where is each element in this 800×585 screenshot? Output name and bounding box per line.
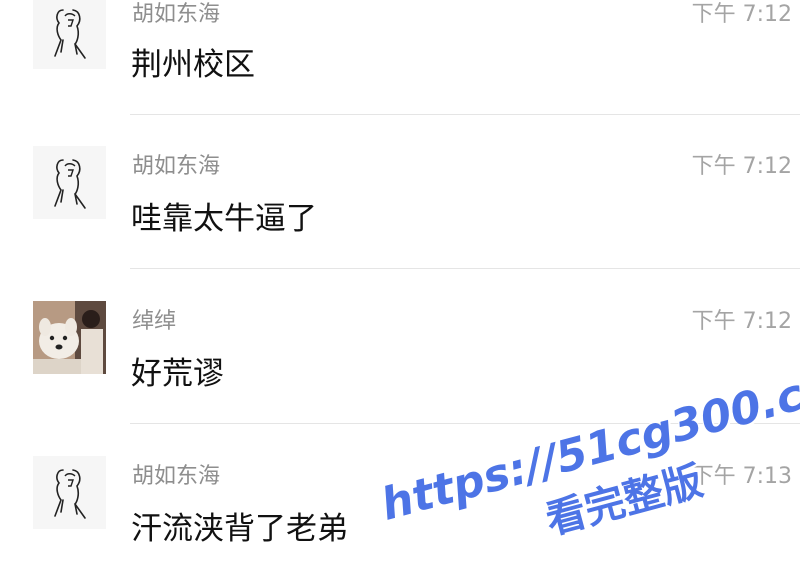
sender-name: 胡如东海 bbox=[132, 2, 221, 27]
dog-photo-avatar[interactable] bbox=[33, 301, 106, 374]
message-time: 下午 7:12 bbox=[691, 2, 792, 27]
message-time: 下午 7:12 bbox=[691, 309, 792, 334]
chat-message-list[interactable]: 胡如东海 下午 7:12 荆州校区 胡如东海 下午 7:12 哇靠太牛逼了 绰绰… bbox=[0, 0, 800, 585]
sketch-figure-avatar[interactable] bbox=[33, 146, 106, 219]
sketch-figure-icon bbox=[33, 456, 106, 529]
sketch-figure-icon bbox=[33, 146, 106, 219]
message-text: 好荒谬 bbox=[131, 356, 224, 392]
sketch-figure-avatar[interactable] bbox=[33, 0, 106, 69]
message-text: 汗流浃背了老弟 bbox=[131, 511, 348, 547]
message-text: 哇靠太牛逼了 bbox=[131, 201, 317, 237]
message-row[interactable]: 胡如东海 下午 7:13 汗流浃背了老弟 bbox=[0, 425, 800, 580]
message-row[interactable]: 胡如东海 下午 7:12 哇靠太牛逼了 bbox=[0, 115, 800, 270]
sketch-figure-avatar[interactable] bbox=[33, 456, 106, 529]
message-row[interactable]: 胡如东海 下午 7:12 荆州校区 bbox=[0, 0, 800, 115]
sender-name: 绰绰 bbox=[132, 309, 177, 334]
message-time: 下午 7:12 bbox=[691, 154, 792, 179]
message-row[interactable]: 绰绰 下午 7:12 好荒谬 bbox=[0, 270, 800, 425]
message-divider bbox=[130, 423, 800, 424]
sender-name: 胡如东海 bbox=[132, 154, 221, 179]
message-divider bbox=[130, 268, 800, 269]
message-text: 荆州校区 bbox=[131, 47, 255, 83]
message-time: 下午 7:13 bbox=[691, 464, 792, 489]
dog-photo-icon bbox=[33, 301, 106, 374]
sender-name: 胡如东海 bbox=[132, 464, 221, 489]
sketch-figure-icon bbox=[33, 0, 106, 69]
